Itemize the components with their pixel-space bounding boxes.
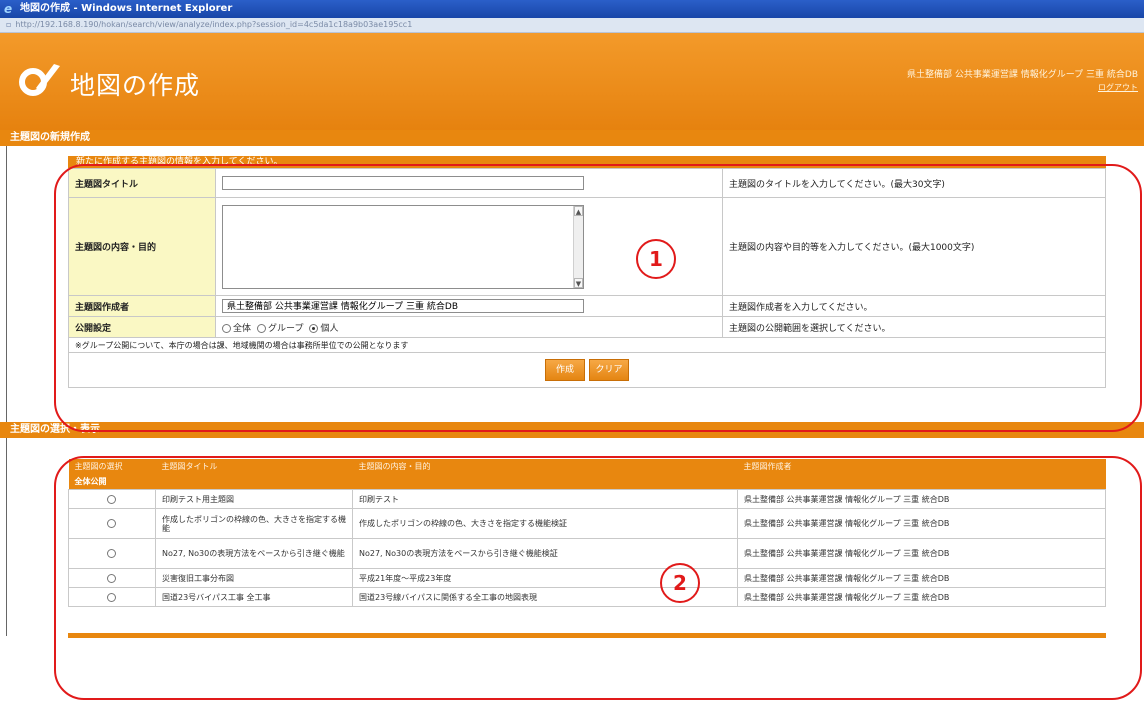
annotation-number-1: 1	[636, 239, 676, 279]
new-map-section-title: 主題図の新規作成	[10, 132, 90, 143]
page-icon: ▫	[6, 20, 12, 29]
address-url[interactable]: http://192.168.8.190/hokan/search/view/a…	[15, 20, 412, 29]
browser-title-bar: e 地図の作成 - Windows Internet Explorer	[0, 0, 1144, 18]
address-bar[interactable]: ▫ http://192.168.8.190/hokan/search/view/…	[0, 18, 1144, 33]
page-title: 地図の作成	[70, 71, 201, 100]
annotation-number-2: 2	[660, 563, 700, 603]
new-map-section-bar: 主題図の新規作成	[0, 130, 1144, 146]
app-header: 地図の作成 県土整備部 公共事業運営課 情報化グループ 三重 統合DB ログアウ…	[0, 33, 1144, 130]
ie-icon: e	[4, 2, 13, 16]
left-divider	[6, 146, 7, 636]
user-info: 県土整備部 公共事業運営課 情報化グループ 三重 統合DB	[906, 70, 1138, 80]
logout-link[interactable]: ログアウト	[1098, 82, 1138, 93]
annotation-frame-2	[54, 456, 1142, 700]
logo-icon	[19, 64, 60, 96]
browser-title: 地図の作成 - Windows Internet Explorer	[20, 3, 233, 14]
annotation-frame-1	[54, 164, 1142, 432]
